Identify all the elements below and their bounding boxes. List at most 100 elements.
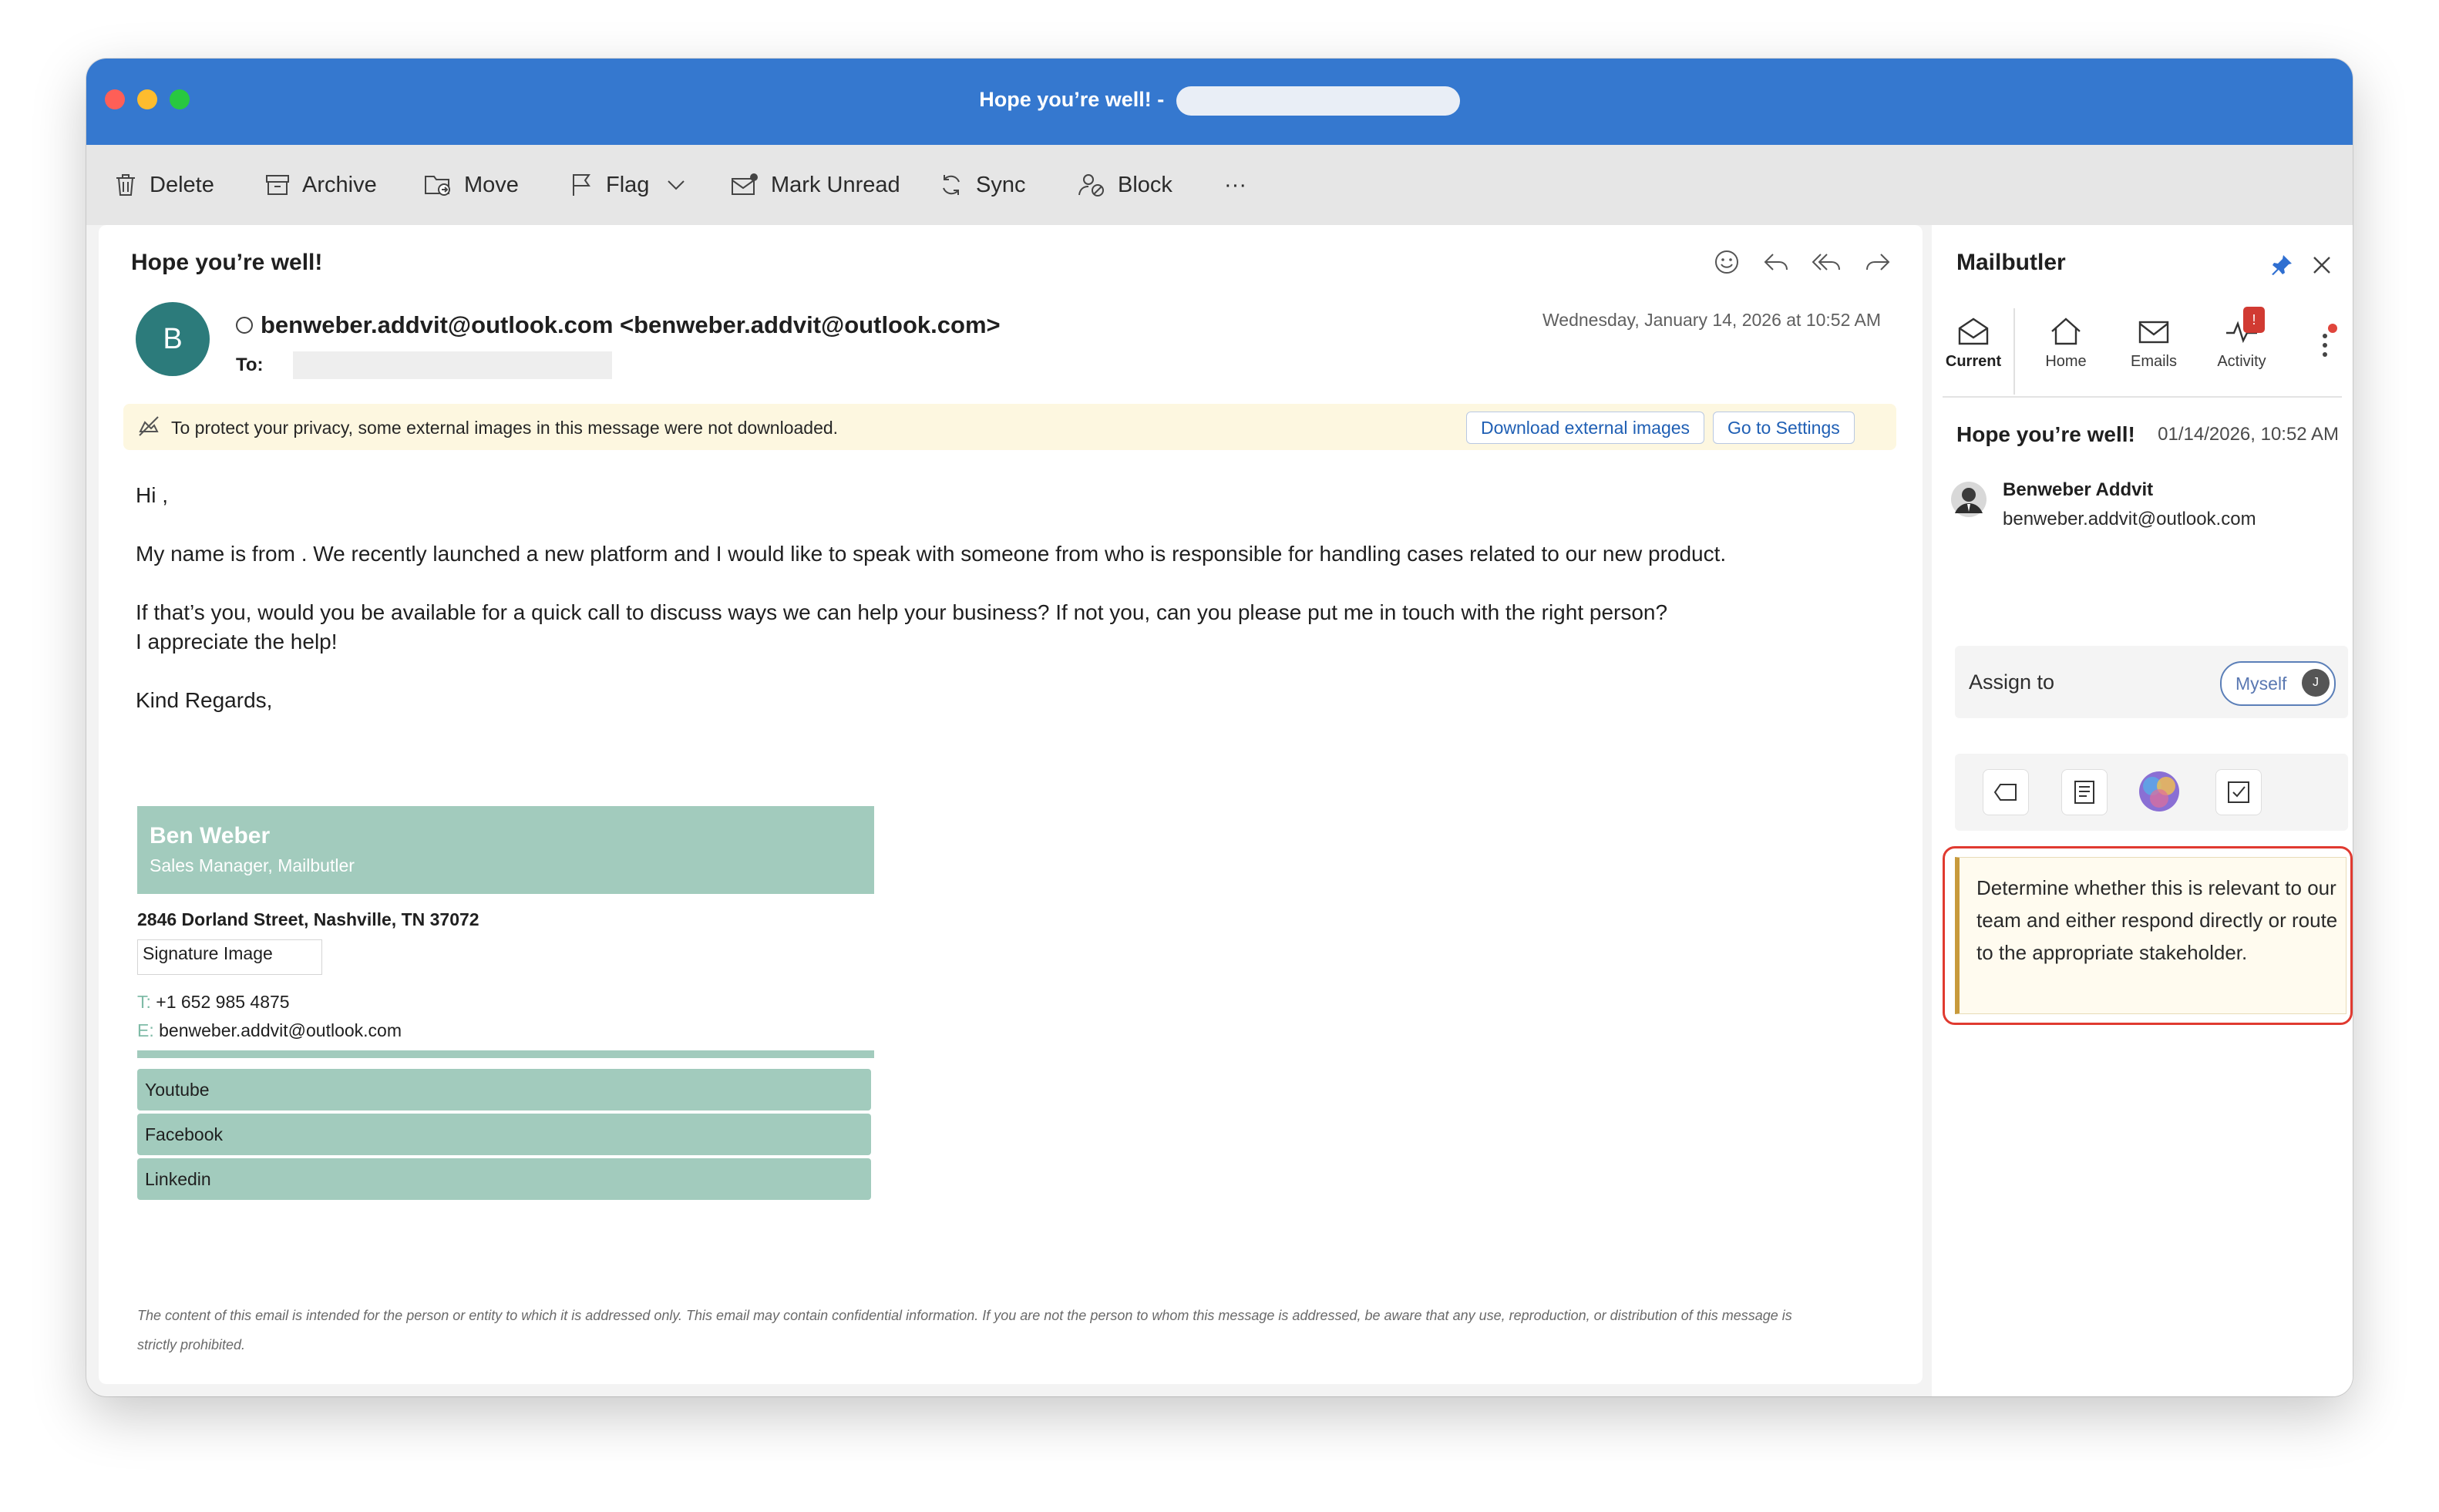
signature-role: Sales Manager, Mailbutler: [150, 855, 355, 875]
signature-divider: [137, 1050, 874, 1058]
block-user-icon: [1078, 174, 1104, 197]
flag-icon: [573, 174, 590, 196]
ai-sphere-icon: [2139, 771, 2179, 811]
social-link-facebook[interactable]: Facebook: [137, 1114, 871, 1155]
signature-email: E: benweber.addvit@outlook.com: [137, 1020, 874, 1041]
flag-label: Flag: [606, 172, 650, 197]
tab-activity[interactable]: Activity !: [2203, 307, 2280, 371]
tabs-divider: [1943, 396, 2342, 398]
delete-label: Delete: [150, 172, 214, 197]
signature-address: 2846 Dorland Street, Nashville, TN 37072: [137, 909, 479, 929]
archive-button[interactable]: Archive: [265, 168, 377, 202]
social-links: Youtube Facebook Linkedin: [137, 1069, 871, 1200]
mail-window: Hope you’re well! - Delete Archive Move …: [86, 59, 2353, 1396]
signature-phone: T: +1 652 985 4875: [137, 992, 874, 1013]
block-button[interactable]: Block: [1078, 168, 1172, 202]
signature-header: Ben Weber Sales Manager, Mailbutler: [137, 806, 874, 894]
presence-icon: [236, 317, 253, 334]
from-line: benweber.addvit@outlook.com <benweber.ad…: [236, 311, 1001, 339]
block-label: Block: [1118, 172, 1172, 197]
more-actions-button[interactable]: ···: [1224, 168, 1246, 202]
tab-activity-label: Activity: [2217, 353, 2266, 370]
privacy-banner: To protect your privacy, some external i…: [123, 404, 1896, 450]
from-address[interactable]: benweber.addvit@outlook.com <benweber.ad…: [261, 311, 1001, 339]
body-paragraph-1: My name is from . We recently launched a…: [136, 542, 1727, 566]
title-bar: Hope you’re well! -: [86, 59, 2353, 145]
tab-emails[interactable]: Emails: [2115, 316, 2192, 371]
ai-assistant-button[interactable]: [2137, 769, 2182, 814]
sender-avatar: B: [136, 302, 210, 376]
folder-move-icon: [425, 176, 450, 196]
notes-tool-button[interactable]: [2061, 769, 2108, 815]
window-title: Hope you’re well! -: [86, 86, 2353, 116]
assign-to-label: Assign to: [1969, 670, 2055, 694]
checkbox-task-icon: [2228, 781, 2249, 803]
sidebar-tabs: Current Home Emails Activity !: [1932, 302, 2353, 398]
signature-email-address[interactable]: benweber.addvit@outlook.com: [159, 1020, 402, 1040]
to-label: To:: [236, 354, 264, 375]
phone-label: T:: [137, 992, 151, 1012]
tab-home-label: Home: [2045, 353, 2087, 370]
flag-dropdown-button[interactable]: [666, 168, 698, 202]
chevron-down-icon: [668, 180, 685, 190]
body-paragraph-2: If that’s you, would you be available fo…: [136, 600, 1668, 654]
flag-button[interactable]: Flag: [570, 168, 649, 202]
reply-icon[interactable]: [1762, 248, 1790, 276]
window-title-text: Hope you’re well! -: [979, 88, 1165, 112]
activity-badge: !: [2243, 307, 2265, 333]
move-button[interactable]: Move: [424, 168, 519, 202]
sync-label: Sync: [976, 172, 1026, 197]
tag-tool-button[interactable]: [1983, 769, 2029, 815]
go-to-settings-button[interactable]: Go to Settings: [1713, 412, 1855, 444]
download-external-images-button[interactable]: Download external images: [1466, 412, 1705, 444]
tab-current-label: Current: [1945, 353, 2002, 370]
body-greeting: Hi ,: [136, 483, 168, 507]
message-body: Hi , My name is from . We recently launc…: [136, 481, 1862, 744]
sender-photo: [1950, 481, 1987, 522]
blocked-image-icon: [139, 416, 159, 436]
reply-all-icon[interactable]: [1812, 248, 1842, 276]
mark-unread-label: Mark Unread: [771, 172, 900, 197]
forward-icon[interactable]: [1864, 248, 1892, 276]
sidebar-sender-email[interactable]: benweber.addvit@outlook.com: [2003, 509, 2256, 530]
pin-icon[interactable]: [2269, 253, 2294, 277]
trash-icon: [116, 174, 135, 196]
to-line: To:: [236, 351, 612, 379]
tab-emails-label: Emails: [2130, 353, 2177, 370]
delete-button[interactable]: Delete: [114, 168, 214, 202]
move-label: Move: [464, 172, 519, 197]
emoji-reaction-icon[interactable]: [1713, 248, 1741, 276]
signature-name: Ben Weber: [150, 823, 271, 848]
sidebar-message-subject: Hope you’re well!: [1956, 422, 2135, 446]
message-date: Wednesday, January 14, 2026 at 10:52 AM: [1542, 310, 1881, 330]
redacted-title-part: [1176, 86, 1460, 116]
tab-home[interactable]: Home: [2027, 316, 2104, 371]
social-link-linkedin[interactable]: Linkedin: [137, 1158, 871, 1200]
sync-button[interactable]: Sync: [939, 168, 1025, 202]
assignee-avatar: J: [2302, 669, 2330, 697]
note-text: Determine whether this is relevant to ou…: [1976, 876, 2338, 964]
redacted-recipient: [292, 351, 612, 379]
envelope-unread-icon: [732, 173, 758, 195]
tab-current[interactable]: Current: [1935, 316, 2012, 371]
sidebar-sender-name: Benweber Addvit: [2003, 479, 2154, 500]
sidebar-header-actions: [2269, 253, 2333, 277]
phone-number[interactable]: +1 652 985 4875: [156, 992, 289, 1012]
sidebar-more-button[interactable]: [2316, 324, 2337, 368]
person-photo-icon: [1951, 482, 1987, 517]
toolbar: Delete Archive Move Flag Mark Unread Syn…: [86, 145, 2353, 225]
assign-value: Myself: [2235, 674, 2287, 694]
sync-icon: [943, 175, 960, 195]
email-label: E:: [137, 1020, 154, 1040]
mark-unread-button[interactable]: Mark Unread: [731, 168, 900, 202]
notes-icon: [2074, 781, 2094, 804]
sidebar-note[interactable]: Determine whether this is relevant to ou…: [1955, 857, 2346, 1014]
archive-label: Archive: [302, 172, 377, 197]
close-icon[interactable]: [2311, 254, 2333, 276]
archive-icon: [266, 175, 289, 195]
notification-dot: [2328, 324, 2337, 333]
envelope-icon: [2138, 321, 2169, 344]
social-link-youtube[interactable]: Youtube: [137, 1069, 871, 1110]
task-tool-button[interactable]: [2215, 769, 2262, 815]
assign-to-selector[interactable]: Myself J: [2220, 661, 2336, 706]
